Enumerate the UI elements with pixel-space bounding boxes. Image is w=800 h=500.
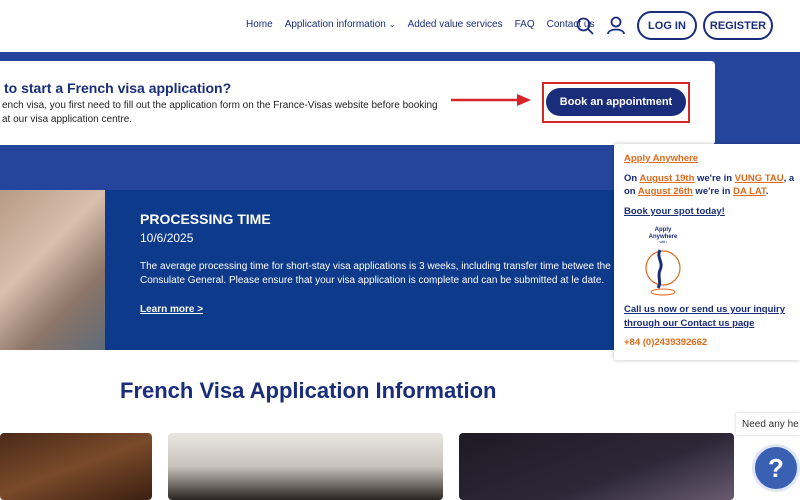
- schedule-line-2-prefix: on: [624, 186, 638, 197]
- book-spot-link[interactable]: Book your spot today!: [624, 206, 725, 217]
- nav-home[interactable]: Home: [246, 19, 273, 30]
- schedule-line-1-date: August 19th: [639, 173, 695, 184]
- start-application-title: to start a French visa application?: [4, 80, 232, 96]
- logo-text-with: with: [659, 239, 666, 244]
- processing-date: 10/6/2025: [140, 231, 194, 245]
- processing-title: PROCESSING TIME: [140, 211, 271, 227]
- schedule-line-1-place: VUNG TAU: [734, 173, 784, 184]
- schedule-line-2-date: August 26th: [637, 186, 693, 197]
- book-appointment-button[interactable]: Book an appointment: [546, 88, 686, 116]
- call-us-line-1[interactable]: Call us now or send us your inquiry: [624, 304, 785, 315]
- help-button[interactable]: ?: [752, 444, 800, 492]
- nav-added-value-services[interactable]: Added value services: [408, 19, 503, 30]
- processing-description: The average processing time for short-st…: [140, 261, 611, 286]
- schedule-line-2-place: DA LAT: [733, 186, 766, 197]
- register-button[interactable]: REGISTER: [703, 11, 773, 40]
- phone-link[interactable]: +84 (0)2439392662: [624, 337, 707, 348]
- schedule-line-1-prefix: On: [624, 173, 640, 184]
- schedule-line-2-mid: we're in: [692, 186, 734, 197]
- chevron-down-icon: ⌄: [388, 20, 396, 29]
- info-card-image-2[interactable]: [168, 433, 443, 500]
- schedule-line-1-mid: we're in: [694, 173, 735, 184]
- schedule-line-1: On August 19th we're in VUNG TAU, a: [624, 173, 794, 184]
- start-application-text: ench visa, you first need to fill out th…: [2, 99, 472, 127]
- login-button[interactable]: LOG IN: [637, 11, 697, 40]
- info-card-image-3[interactable]: [459, 433, 734, 500]
- start-application-line-1: ench visa, you first need to fill out th…: [2, 100, 438, 111]
- start-application-line-2: at our visa application centre.: [2, 114, 133, 125]
- arrow-right-icon: [451, 94, 531, 106]
- section-heading: French Visa Application Information: [120, 378, 497, 403]
- schedule-line-2: on August 26th we're in DA LAT.: [624, 186, 768, 197]
- apply-anywhere-logo: Apply Anywhere with: [645, 227, 681, 296]
- learn-more-link[interactable]: Learn more >: [140, 304, 203, 315]
- user-icon[interactable]: [606, 15, 626, 35]
- processing-photo: [0, 190, 105, 350]
- call-us-line-2[interactable]: through our Contact us page: [624, 318, 754, 329]
- apply-anywhere-panel: Apply Anywhere On August 19th we're in V…: [614, 144, 800, 360]
- nav-faq[interactable]: FAQ: [515, 19, 535, 30]
- top-navigation-bar: Home Application information ⌄ Added valu…: [0, 0, 800, 52]
- main-nav: Home Application information ⌄ Added valu…: [246, 19, 606, 30]
- info-card-image-1[interactable]: [0, 433, 152, 500]
- help-tooltip: Need any he: [736, 413, 800, 435]
- schedule-line-1-tail: , a: [783, 173, 795, 184]
- logo-text-apply: Apply: [655, 227, 672, 233]
- search-icon[interactable]: [575, 16, 595, 36]
- schedule-line-2-tail: .: [765, 186, 769, 197]
- nav-application-information-label: Application information: [284, 19, 386, 30]
- apply-anywhere-link[interactable]: Apply Anywhere: [624, 153, 698, 164]
- nav-application-information[interactable]: Application information ⌄: [285, 19, 396, 30]
